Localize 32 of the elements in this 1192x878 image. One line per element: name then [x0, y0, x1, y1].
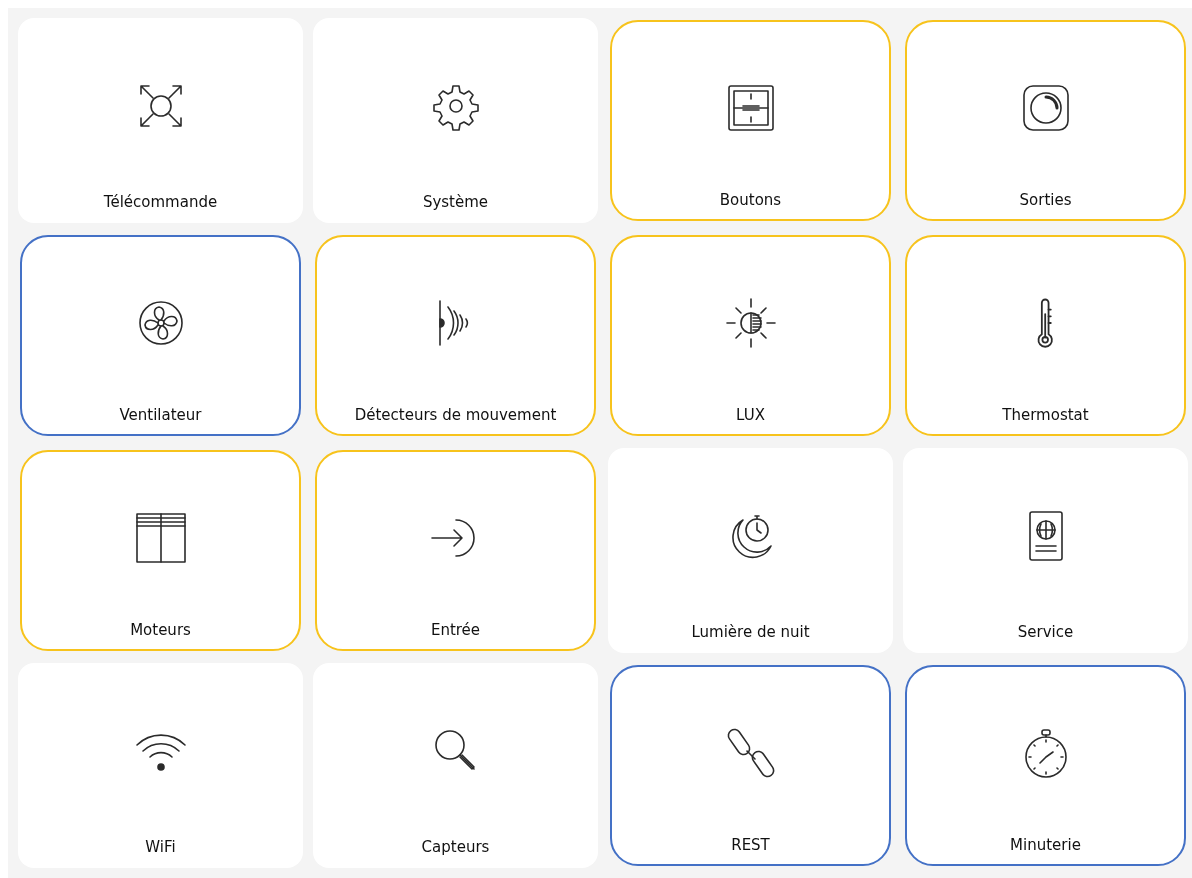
tile[interactable]: Détecteurs de mouvement	[315, 235, 596, 436]
tile-label: Ventilateur	[119, 404, 202, 426]
tile[interactable]: Lumière de nuit	[608, 448, 893, 653]
tile-label: Détecteurs de mouvement	[354, 404, 557, 426]
tile-label: Système	[422, 191, 489, 213]
tile-label: LUX	[736, 404, 765, 426]
tile[interactable]: Entrée	[315, 450, 596, 651]
tile[interactable]: Boutons	[610, 20, 891, 221]
tile-label: Sorties	[1019, 189, 1072, 211]
tile-label: Télécommande	[103, 191, 218, 213]
tile-label: Service	[1017, 621, 1074, 643]
tile[interactable]: LUX	[610, 235, 891, 436]
tile[interactable]: Système	[313, 18, 598, 223]
tile-label: Thermostat	[1002, 404, 1089, 426]
tile-label: Entrée	[430, 619, 481, 641]
tile[interactable]: Télécommande	[18, 18, 303, 223]
tile[interactable]: Moteurs	[20, 450, 301, 651]
tile[interactable]: Ventilateur	[20, 235, 301, 436]
tile[interactable]: Sorties	[905, 20, 1186, 221]
tile[interactable]: WiFi	[18, 663, 303, 868]
tile-label: REST	[731, 834, 770, 856]
tile-label: WiFi	[145, 836, 176, 858]
tile-label: Minuterie	[1010, 834, 1081, 856]
tile[interactable]: Service	[903, 448, 1188, 653]
tile[interactable]: Thermostat	[905, 235, 1186, 436]
tile-label: Lumière de nuit	[691, 621, 810, 643]
tile-label: Boutons	[719, 189, 782, 211]
tile[interactable]: Capteurs	[313, 663, 598, 868]
tile-label: Capteurs	[421, 836, 490, 858]
tile-label: Moteurs	[130, 619, 191, 641]
tile[interactable]: Minuterie	[905, 665, 1186, 866]
tile[interactable]: REST	[610, 665, 891, 866]
